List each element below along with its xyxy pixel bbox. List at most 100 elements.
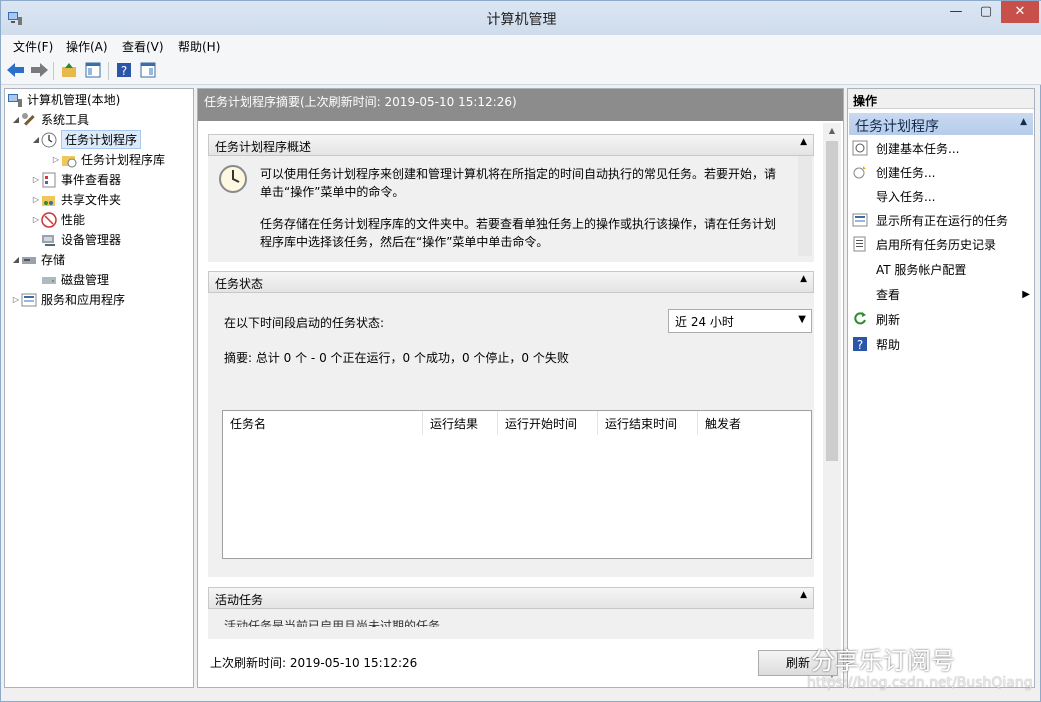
tree-item-task-scheduler[interactable]: ◢ 任务计划程序	[31, 130, 142, 149]
tree-item-disk-management[interactable]: 磁盘管理	[41, 270, 109, 289]
tree-item-storage[interactable]: ◢ 存储	[11, 250, 65, 269]
tree-item-services-apps[interactable]: ▷ 服务和应用程序	[11, 290, 125, 309]
clock-icon	[41, 132, 57, 147]
toolbar: ?	[1, 57, 1041, 85]
action-label: 帮助	[876, 337, 901, 352]
action-show-running-tasks[interactable]: 显示所有正在运行的任务	[852, 209, 1032, 231]
action-label: 启用所有任务历史记录	[876, 237, 997, 252]
close-button[interactable]: ✕	[1001, 1, 1039, 23]
collapsed-arrow-icon[interactable]: ▷	[31, 195, 41, 204]
back-icon[interactable]	[6, 60, 26, 80]
tree-label: 性能	[61, 213, 86, 227]
performance-icon	[41, 211, 57, 228]
expanded-arrow-icon[interactable]: ◢	[11, 255, 21, 264]
watermark-url: https://blog.csdn.net/BushQiang	[807, 675, 1033, 691]
col-header-end-time[interactable]: 运行结束时间	[598, 411, 698, 435]
action-enable-history[interactable]: 启用所有任务历史记录	[852, 233, 1032, 255]
action-help[interactable]: ? 帮助	[852, 333, 1032, 355]
show-hide-action-pane-icon[interactable]	[138, 60, 158, 80]
overview-scrollbar[interactable]	[798, 156, 812, 256]
toolbar-separator	[108, 62, 109, 80]
help-icon: ?	[853, 337, 867, 352]
menu-view[interactable]: 查看(V)	[122, 38, 164, 55]
tree-label: 共享文件夹	[61, 193, 122, 207]
active-tasks-text: 活动任务是当前已启用且尚未过期的任务。	[224, 619, 453, 627]
collapse-icon[interactable]: ▲	[1020, 117, 1027, 127]
overview-text-4: 程序库中选择该任务，然后在“操作”菜单中单击命令。	[260, 235, 549, 249]
tree-label: 事件查看器	[61, 173, 122, 187]
collapsed-arrow-icon[interactable]: ▷	[11, 295, 21, 304]
history-icon	[853, 236, 866, 252]
col-header-trigger[interactable]: 触发者	[698, 411, 798, 435]
refresh-icon	[854, 312, 866, 325]
action-create-basic-task[interactable]: 创建基本任务...	[852, 137, 1032, 159]
overview-header[interactable]: 任务计划程序概述 ▲	[208, 134, 814, 156]
menu-help[interactable]: 帮助(H)	[178, 38, 220, 55]
tree-label: 磁盘管理	[61, 273, 110, 287]
tree-item-event-viewer[interactable]: ▷ 事件查看器	[31, 170, 121, 189]
status-header[interactable]: 任务状态 ▲	[208, 271, 814, 293]
show-hide-console-tree-icon[interactable]	[83, 60, 103, 80]
chevron-down-icon[interactable]: ▼	[798, 314, 806, 325]
summary-header: 任务计划程序摘要(上次刷新时间: 2019-05-10 15:12:26)	[198, 89, 843, 121]
basic-task-icon	[852, 140, 868, 156]
overview-title: 任务计划程序概述	[215, 140, 312, 154]
window-title: 计算机管理	[486, 12, 557, 28]
tree-label: 任务计划程序	[61, 130, 142, 149]
window: 计算机管理 — ▢ ✕ 文件(F) 操作(A) 查看(V) 帮助(H) ? 计算…	[0, 0, 1041, 702]
expanded-arrow-icon[interactable]: ◢	[11, 115, 21, 124]
col-header-start-time[interactable]: 运行开始时间	[498, 411, 598, 435]
col-header-result[interactable]: 运行结果	[423, 411, 498, 435]
tree-item-root[interactable]: 计算机管理(本地)	[7, 90, 120, 109]
tree-label: 任务计划程序库	[81, 153, 166, 167]
action-view[interactable]: 查看 ▶	[852, 283, 1032, 305]
menu-action[interactable]: 操作(A)	[66, 38, 108, 55]
help-icon[interactable]: ?	[114, 60, 134, 80]
action-import-task[interactable]: 导入任务...	[852, 185, 1032, 207]
expanded-arrow-icon[interactable]: ◢	[31, 135, 41, 144]
active-tasks-header[interactable]: 活动任务 ▲	[208, 587, 814, 609]
minimize-button[interactable]: —	[941, 1, 971, 23]
action-at-service-config[interactable]: AT 服务帐户配置	[852, 258, 1032, 280]
tree-item-task-library[interactable]: ▷ 任务计划程序库	[51, 150, 165, 169]
tree-label: 存储	[41, 253, 66, 267]
collapsed-arrow-icon[interactable]: ▷	[51, 155, 61, 164]
disk-icon	[42, 276, 56, 284]
collapse-icon[interactable]: ▲	[800, 137, 807, 147]
watermark-text: 分享乐订阅号	[811, 647, 955, 675]
scrollbar-thumb[interactable]	[826, 141, 838, 461]
storage-icon	[22, 256, 36, 264]
col-header-task-name[interactable]: 任务名	[223, 411, 423, 435]
svg-text:?: ?	[857, 338, 863, 352]
title-bar: 计算机管理 — ▢ ✕	[1, 1, 1041, 35]
vertical-scrollbar[interactable]: ▲ ▼	[823, 123, 841, 683]
actions-section-task-scheduler[interactable]: 任务计划程序 ▲	[849, 113, 1033, 135]
action-refresh[interactable]: 刷新	[852, 308, 1032, 330]
overview-text-2: 单击“操作”菜单中的命令。	[260, 185, 405, 199]
collapse-icon[interactable]: ▲	[800, 590, 807, 600]
menu-file[interactable]: 文件(F)	[13, 38, 53, 55]
computer-management-icon	[8, 93, 22, 107]
collapsed-arrow-icon[interactable]: ▷	[31, 215, 41, 224]
device-manager-icon	[42, 234, 55, 246]
up-folder-icon[interactable]	[59, 60, 79, 80]
blank-icon	[852, 261, 868, 277]
period-select[interactable]: 近 24 小时 ▼	[668, 309, 812, 333]
scroll-up-icon[interactable]: ▲	[823, 123, 841, 139]
tree-label: 计算机管理(本地)	[27, 93, 121, 107]
summary-pane: 任务计划程序摘要(上次刷新时间: 2019-05-10 15:12:26) ▲ …	[197, 88, 844, 688]
tools-icon	[22, 112, 35, 126]
tree-item-shared-folders[interactable]: ▷ 共享文件夹	[31, 190, 121, 209]
status-title: 任务状态	[215, 277, 264, 291]
collapse-icon[interactable]: ▲	[800, 274, 807, 284]
maximize-button[interactable]: ▢	[971, 1, 1001, 23]
action-create-task[interactable]: 创建任务...	[852, 161, 1032, 183]
tree-item-device-manager[interactable]: 设备管理器	[41, 230, 121, 249]
tree-item-performance[interactable]: ▷ 性能	[31, 210, 85, 229]
collapsed-arrow-icon[interactable]: ▷	[31, 175, 41, 184]
last-refresh-text: 上次刷新时间: 2019-05-10 15:12:26	[210, 656, 418, 670]
services-icon	[21, 293, 37, 306]
actions-section-title: 任务计划程序	[855, 119, 939, 135]
tree-item-system-tools[interactable]: ◢ 系统工具	[11, 110, 89, 129]
forward-icon[interactable]	[29, 60, 49, 80]
